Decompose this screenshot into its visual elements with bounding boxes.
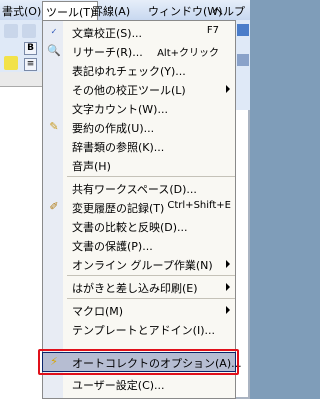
menu-item-proofing[interactable]: ✓ 文章校正(S)... F7 [43,23,235,41]
menu-table[interactable]: 罫線(A) [92,3,130,19]
menu-tools[interactable]: ツール(T) [42,1,99,20]
align-button[interactable]: ≡ [24,58,37,71]
menu-separator [67,176,235,177]
toolbar-left: B ≡ [0,20,43,72]
toolbar-right [236,20,250,110]
menu-item-compare[interactable]: 文書の比較と反映(D)... [43,217,235,235]
menu-item-track-changes[interactable]: ✐ 変更履歴の記録(T) Ctrl+Shift+E [43,198,235,216]
menu-item-online-collaboration[interactable]: オンライン グループ作業(N) [43,255,235,273]
menu-item-macro[interactable]: マクロ(M) [43,301,235,319]
menu-separator [67,275,235,276]
menu-format[interactable]: 書式(O) [2,3,41,19]
document-area [0,72,42,399]
toolbar-icon[interactable] [237,54,249,66]
highlight-annotation-box [38,349,239,375]
menu-item-templates[interactable]: テンプレートとアドイン(I)... [43,320,235,338]
menu-item-research[interactable]: 🔍 リサーチ(R)... Alt+クリック [43,42,235,60]
submenu-arrow-icon [226,85,230,93]
menu-help[interactable]: ヘルプ [212,3,245,19]
ruler [0,72,42,87]
menu-item-speech[interactable]: 音声(H) [43,156,235,174]
cut-icon[interactable] [4,24,18,38]
menu-item-notation-check[interactable]: 表記ゆれチェック(Y)... [43,61,235,79]
menu-item-shared-workspace[interactable]: 共有ワークスペース(D)... [43,179,235,197]
menu-item-summary[interactable]: ✎ 要約の作成(U)... [43,118,235,136]
tools-menu: ✓ 文章校正(S)... F7 🔍 リサーチ(R)... Alt+クリック 表記… [42,20,242,399]
track-changes-icon: ✐ [49,200,59,213]
bold-button[interactable]: B [24,42,37,55]
submenu-arrow-icon [226,306,230,314]
highlight-icon[interactable] [4,56,18,70]
menu-item-customize[interactable]: ユーザー設定(C)... [43,375,235,393]
menu-item-word-count[interactable]: 文字カウント(W)... [43,99,235,117]
menu-separator [67,298,235,299]
toolbar-icon[interactable] [237,24,249,36]
menu-item-dictionary[interactable]: 辞書類の参照(K)... [43,137,235,155]
menu-item-protect[interactable]: 文書の保護(P)... [43,236,235,254]
menu-item-mail-merge[interactable]: はがきと差し込み印刷(E) [43,278,235,296]
menu-item-other-proofing[interactable]: その他の校正ツール(L) [43,80,235,98]
abc-check-icon: ✓ [50,27,58,36]
research-icon: 🔍 [47,44,61,57]
submenu-arrow-icon [226,283,230,291]
submenu-arrow-icon [226,260,230,268]
copy-icon[interactable] [22,24,36,38]
menu-bar: 書式(O) ツール(T) 罫線(A) ウィンドウ(W) ヘルプ [0,0,250,21]
summary-icon: ✎ [49,120,59,133]
